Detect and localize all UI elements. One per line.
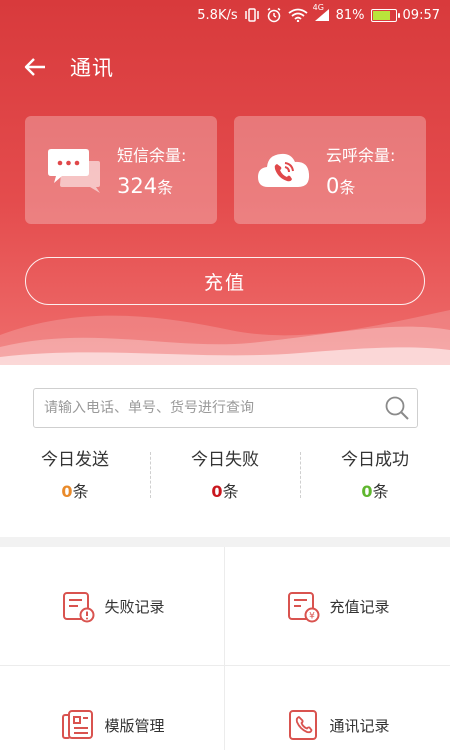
battery-percent: 81% xyxy=(335,7,365,23)
stat-value: 0 xyxy=(361,482,373,501)
menu-recharge-record[interactable]: ¥ 充值记录 xyxy=(225,547,450,665)
vibrate-icon xyxy=(244,8,260,22)
sms-chat-icon xyxy=(47,144,103,196)
search-icon[interactable] xyxy=(377,389,417,427)
cloud-call-balance-label: 云呼余量: xyxy=(326,146,396,165)
stat-value: 0 xyxy=(211,482,223,501)
wifi-icon xyxy=(288,8,308,22)
battery-icon xyxy=(370,8,400,22)
recharge-button[interactable]: 充值 xyxy=(25,257,425,305)
menu-label: 充值记录 xyxy=(329,597,390,616)
stat-unit: 条 xyxy=(372,482,389,501)
sms-balance-text: 短信余量: 324条 xyxy=(117,142,186,198)
menu-grid: 失败记录 ¥ 充值记录 模版管理 通讯记录 xyxy=(0,547,450,750)
stat-value: 0 xyxy=(61,482,73,501)
sms-balance-label: 短信余量: xyxy=(117,146,187,165)
status-bar: 5.8K/s 4G 81% 09:57 xyxy=(0,0,450,30)
sms-balance-card[interactable]: 短信余量: 324条 xyxy=(25,116,217,224)
cloud-call-balance-card[interactable]: 云呼余量: 0条 xyxy=(234,116,426,224)
call-record-icon xyxy=(285,707,321,743)
menu-template-manage[interactable]: 模版管理 xyxy=(0,666,225,750)
wave-decoration xyxy=(0,310,450,365)
stat-today-sent[interactable]: 今日发送 0条 xyxy=(0,445,150,505)
battery-level-fill xyxy=(372,10,391,20)
stat-label: 今日发送 xyxy=(41,450,109,470)
stat-label: 今日失败 xyxy=(191,450,259,470)
cloud-phone-icon xyxy=(256,144,312,196)
search-input[interactable] xyxy=(44,400,377,416)
today-stats: 今日发送 0条 今日失败 0条 今日成功 0条 xyxy=(0,445,450,505)
arrow-left-icon xyxy=(24,58,45,76)
menu-label: 通讯记录 xyxy=(329,716,390,735)
menu-label: 失败记录 xyxy=(104,597,165,616)
back-button[interactable] xyxy=(0,44,70,90)
page-title: 通讯 xyxy=(70,56,114,80)
menu-call-record[interactable]: 通讯记录 xyxy=(225,666,450,750)
search-box[interactable] xyxy=(33,388,418,428)
cloud-call-balance-unit: 条 xyxy=(339,178,356,197)
menu-label: 模版管理 xyxy=(104,716,165,735)
clock: 09:57 xyxy=(402,7,440,23)
stat-today-success[interactable]: 今日成功 0条 xyxy=(300,445,450,505)
menu-failure-record[interactable]: 失败记录 xyxy=(0,547,225,665)
sms-balance-value: 324 xyxy=(117,174,158,198)
cloud-call-balance-text: 云呼余量: 0条 xyxy=(326,142,395,198)
net-speed: 5.8K/s xyxy=(197,7,238,23)
signal-icon: 4G xyxy=(313,3,330,22)
network-type: 4G xyxy=(312,3,324,12)
recharge-record-icon: ¥ xyxy=(285,588,321,624)
template-manage-icon xyxy=(60,707,96,743)
stat-today-failed[interactable]: 今日失败 0条 xyxy=(150,445,300,505)
failure-record-icon xyxy=(60,588,96,624)
sms-balance-unit: 条 xyxy=(157,178,174,197)
stat-label: 今日成功 xyxy=(341,450,409,470)
cloud-call-balance-value: 0 xyxy=(326,174,340,198)
stat-unit: 条 xyxy=(72,482,89,501)
title-bar: 通讯 xyxy=(0,44,450,90)
stat-unit: 条 xyxy=(222,482,239,501)
svg-text:¥: ¥ xyxy=(310,612,316,622)
alarm-icon xyxy=(266,7,282,23)
